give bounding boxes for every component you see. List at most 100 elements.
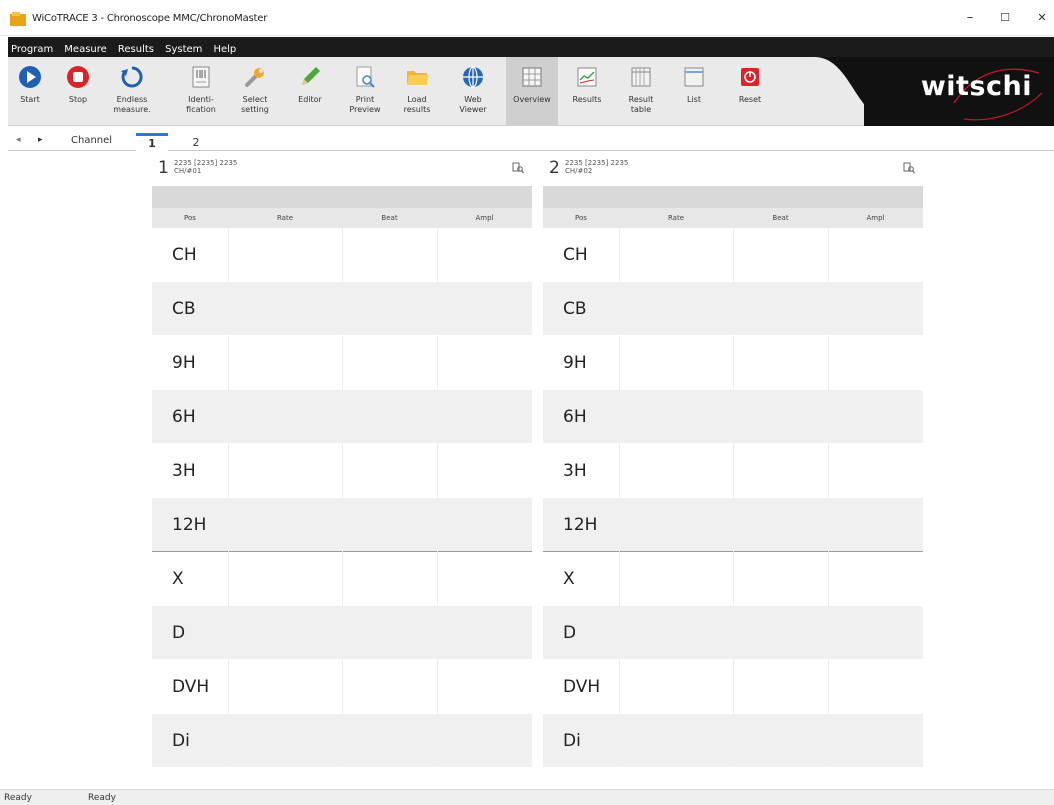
pos-cell: 6H <box>563 407 587 427</box>
table-row[interactable]: X <box>543 552 923 606</box>
panel-info: 2235 [2235] 2235 CH/#01 <box>174 159 237 175</box>
table-row[interactable]: DVH <box>152 660 532 714</box>
stop-button[interactable]: Stop <box>56 57 100 126</box>
play-icon <box>19 66 41 88</box>
column-header: Pos Rate Beat Ampl <box>543 208 923 228</box>
table-row[interactable]: CH <box>543 228 923 282</box>
identification-label: Identi- fication <box>186 95 216 114</box>
search-icon[interactable] <box>903 162 915 174</box>
search-icon[interactable] <box>512 162 524 174</box>
overview-icon <box>522 67 542 87</box>
endless-measure-button[interactable]: Endless measure. <box>106 57 158 126</box>
result-table-icon <box>631 67 651 87</box>
col-pos: Pos <box>575 214 587 222</box>
web-viewer-button[interactable]: Web Viewer <box>450 57 496 126</box>
channel-panel-1: 1 2235 [2235] 2235 CH/#01 Pos Rate Beat … <box>152 152 532 768</box>
table-row[interactable]: Di <box>152 714 532 768</box>
panel-header: 1 2235 [2235] 2235 CH/#01 <box>152 152 532 186</box>
pos-cell: 6H <box>172 407 196 427</box>
panel-info-line1: 2235 [2235] 2235 <box>174 159 238 167</box>
table-row[interactable]: 3H <box>543 444 923 498</box>
table-row[interactable]: CH <box>152 228 532 282</box>
endless-icon <box>121 66 143 88</box>
position-rows: CH CB 9H 6H 3H 12H X D DVH Di <box>543 228 923 768</box>
web-viewer-label: Web Viewer <box>459 95 487 114</box>
list-button[interactable]: List <box>672 57 716 126</box>
nav-left-icon[interactable]: ◂ <box>16 135 21 145</box>
print-preview-button[interactable]: Print Preview <box>342 57 388 126</box>
table-row[interactable]: 6H <box>152 390 532 444</box>
table-row[interactable]: 12H <box>152 498 532 552</box>
pos-cell: CH <box>172 245 197 265</box>
channel-label: Channel <box>71 135 113 146</box>
list-icon <box>684 67 704 87</box>
start-label: Start <box>20 95 40 104</box>
maximize-button[interactable]: ☐ <box>993 8 1017 28</box>
table-row[interactable]: 6H <box>543 390 923 444</box>
table-row[interactable]: Di <box>543 714 923 768</box>
pencil-icon <box>302 67 320 85</box>
reset-icon <box>741 68 759 86</box>
tab-channel-1[interactable]: 1 <box>136 133 168 151</box>
panel-number: 1 <box>158 158 169 178</box>
pos-cell: 3H <box>563 461 587 481</box>
panel-number: 2 <box>549 158 560 178</box>
result-table-button[interactable]: Result table <box>618 57 664 126</box>
results-button[interactable]: Results <box>564 57 610 126</box>
table-row[interactable]: 9H <box>543 336 923 390</box>
pos-cell: 9H <box>563 353 587 373</box>
table-row[interactable]: DVH <box>543 660 923 714</box>
channel-tab-bar: ◂ ▸ Channel 1 2 <box>8 133 1054 151</box>
start-button[interactable]: Start <box>8 57 52 126</box>
load-results-label: Load results <box>403 95 431 114</box>
panel-info: 2235 [2235] 2235 CH/#02 <box>565 159 628 175</box>
channel-panel-2: 2 2235 [2235] 2235 CH/#02 Pos Rate Beat … <box>543 152 923 768</box>
editor-button[interactable]: Editor <box>288 57 332 126</box>
table-row[interactable]: CB <box>152 282 532 336</box>
load-results-button[interactable]: Load results <box>394 57 440 126</box>
app-icon <box>10 12 26 26</box>
table-row[interactable]: X <box>152 552 532 606</box>
table-row[interactable]: CB <box>543 282 923 336</box>
col-pos: Pos <box>184 214 196 222</box>
identification-button[interactable]: Identi- fication <box>178 57 224 126</box>
reset-label: Reset <box>738 95 762 104</box>
brand-area: witschi <box>864 57 1054 126</box>
close-button[interactable]: ✕ <box>1030 8 1054 28</box>
window-title: WiCoTRACE 3 - Chronoscope MMC/ChronoMast… <box>32 13 268 24</box>
pos-cell: X <box>563 569 575 589</box>
pos-cell: 9H <box>172 353 196 373</box>
pos-cell: D <box>172 623 186 643</box>
nav-right-icon[interactable]: ▸ <box>38 135 43 145</box>
overview-button[interactable]: Overview <box>506 57 558 126</box>
endless-measure-label: Endless measure. <box>113 95 151 114</box>
reset-button[interactable]: Reset <box>728 57 772 126</box>
panel-info-line2: CH/#01 <box>174 167 202 175</box>
position-rows: CH CB 9H 6H 3H 12H X D DVH Di <box>152 228 532 768</box>
select-setting-button[interactable]: Select setting <box>232 57 278 126</box>
pos-cell: CB <box>172 299 196 319</box>
table-row[interactable]: 12H <box>543 498 923 552</box>
pos-cell: Di <box>563 731 581 751</box>
pos-cell: DVH <box>563 677 601 697</box>
status-right: Ready <box>88 793 116 803</box>
col-beat: Beat <box>381 214 398 222</box>
globe-icon <box>463 66 483 88</box>
panel-info-line1: 2235 [2235] 2235 <box>565 159 629 167</box>
pos-cell: D <box>563 623 577 643</box>
tab-channel-2[interactable]: 2 <box>180 133 212 151</box>
col-ampl: Ampl <box>866 214 885 222</box>
table-row[interactable]: 9H <box>152 336 532 390</box>
table-row[interactable]: 3H <box>152 444 532 498</box>
table-row[interactable]: D <box>543 606 923 660</box>
result-table-label: Result table <box>628 95 654 114</box>
minimize-button[interactable]: – <box>958 8 982 28</box>
identification-icon <box>192 66 210 88</box>
table-row[interactable]: D <box>152 606 532 660</box>
list-label: List <box>687 95 701 104</box>
pos-cell: 12H <box>563 515 598 535</box>
pos-cell: CB <box>563 299 587 319</box>
col-beat: Beat <box>772 214 789 222</box>
editor-label: Editor <box>298 95 322 104</box>
wrench-icon <box>245 68 264 87</box>
